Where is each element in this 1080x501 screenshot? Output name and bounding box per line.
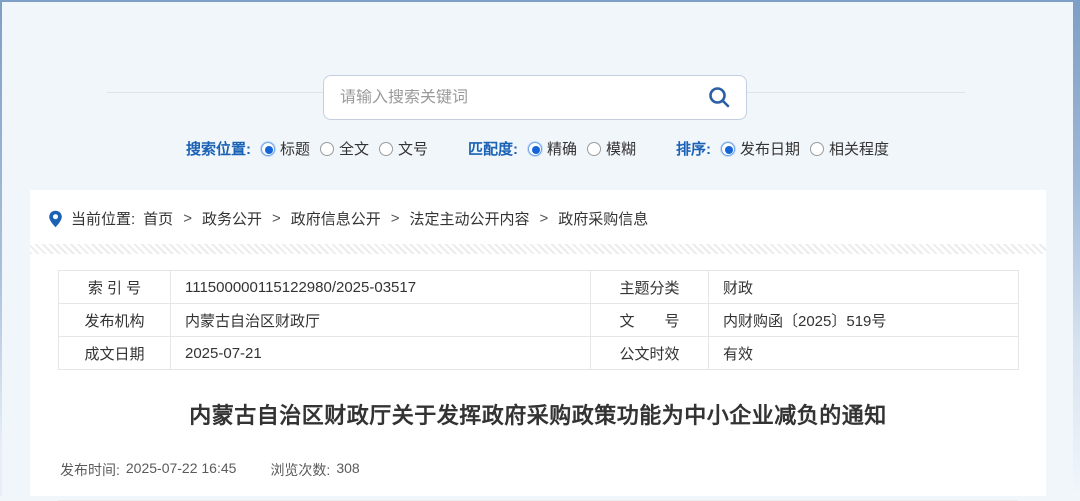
table-row: 索 引 号 111500000115122980/2025-03517 主题分类… (58, 270, 1019, 304)
breadcrumb-separator: > (390, 210, 400, 227)
topic-category-value: 财政 (708, 270, 1019, 304)
radio-label: 模糊 (606, 141, 637, 158)
breadcrumb-item-procurement: 政府采购信息 (558, 211, 649, 228)
radio-icon (587, 141, 601, 156)
breadcrumb-label: 当前位置: (71, 211, 136, 228)
radio-match-exact[interactable]: 精确 (527, 138, 577, 159)
radio-label: 文号 (397, 141, 428, 158)
breadcrumb-separator: > (271, 210, 281, 227)
topic-category-label: 主题分类 (590, 270, 709, 304)
window-frame-right (1073, 0, 1080, 496)
publish-time: 发布时间: 2025-07-22 16:45 (60, 460, 236, 480)
view-count: 浏览次数: 308 (270, 460, 359, 480)
breadcrumb-separator: > (183, 210, 192, 227)
radio-sort-relevance[interactable]: 相关程度 (810, 138, 889, 159)
issuing-agency-label: 发布机构 (58, 303, 171, 337)
filter-label-match: 匹配度: (467, 141, 518, 158)
radio-label: 精确 (546, 141, 577, 158)
validity-value: 有效 (708, 336, 1019, 370)
radio-label: 相关程度 (829, 141, 890, 158)
search-icon (706, 85, 732, 111)
hatched-divider (30, 244, 1046, 254)
index-number-value: 111500000115122980/2025-03517 (170, 270, 591, 304)
search-box[interactable] (323, 75, 747, 120)
document-title: 内蒙古自治区财政厅关于发挥政府采购政策功能为中小企业减负的通知 (189, 403, 887, 428)
breadcrumb: 当前位置: 首页 > 政务公开 > 政府信息公开 > 法定主动公开内容 > 政府… (30, 190, 1046, 229)
radio-icon (527, 141, 542, 156)
radio-position-fulltext[interactable]: 全文 (319, 138, 369, 159)
filter-group-position: 搜索位置: 标题 全文 文号 (186, 138, 428, 159)
radio-icon (378, 141, 393, 156)
issue-date-label: 成文日期 (58, 336, 171, 370)
radio-position-title[interactable]: 标题 (260, 138, 310, 159)
breadcrumb-item-home[interactable]: 首页 (143, 208, 173, 229)
radio-icon (260, 141, 275, 156)
table-row: 成文日期 2025-07-21 公文时效 有效 (58, 336, 1019, 370)
issuing-agency-value: 内蒙古自治区财政厅 (170, 303, 591, 337)
search-button[interactable] (704, 83, 734, 113)
radio-icon (810, 141, 825, 156)
document-number-label: 文 号 (590, 303, 709, 337)
radio-icon (721, 141, 736, 156)
issue-date-value: 2025-07-21 (170, 336, 591, 370)
location-pin-icon (48, 210, 63, 228)
publish-time-value: 2025-07-22 16:45 (125, 460, 237, 476)
document-info-table: 索 引 号 111500000115122980/2025-03517 主题分类… (58, 270, 1019, 370)
filter-group-sort: 排序: 发布日期 相关程度 (676, 138, 889, 159)
view-count-label: 浏览次数: (270, 462, 331, 478)
radio-match-fuzzy[interactable]: 模糊 (587, 138, 636, 159)
radio-position-docnumber[interactable]: 文号 (378, 138, 428, 159)
breadcrumb-item-govinfo[interactable]: 政府信息公开 (291, 208, 381, 229)
radio-sort-date[interactable]: 发布日期 (721, 138, 800, 159)
validity-label: 公文时效 (590, 336, 709, 370)
search-input[interactable] (340, 88, 704, 107)
filter-group-match: 匹配度: 精确 模糊 (468, 138, 636, 159)
publish-time-label: 发布时间: (60, 462, 120, 478)
radio-label: 标题 (279, 141, 310, 158)
search-section: 搜索位置: 标题 全文 文号 匹配度: 精确 模糊 (2, 2, 1073, 190)
filter-label-sort: 排序: (676, 141, 712, 158)
index-number-label: 索 引 号 (58, 270, 171, 304)
breadcrumb-item-statutory[interactable]: 法定主动公开内容 (410, 208, 530, 229)
search-filter-row: 搜索位置: 标题 全文 文号 匹配度: 精确 模糊 排序: 发布日期 相关程度 (2, 138, 1073, 159)
radio-label: 发布日期 (740, 141, 801, 158)
view-count-value: 308 (336, 460, 360, 476)
filter-label-position: 搜索位置: (185, 141, 251, 158)
content-card: 当前位置: 首页 > 政务公开 > 政府信息公开 > 法定主动公开内容 > 政府… (30, 190, 1046, 501)
table-row: 发布机构 内蒙古自治区财政厅 文 号 内财购函〔2025〕519号 (58, 303, 1019, 337)
radio-icon (319, 141, 334, 156)
document-meta-row: 发布时间: 2025-07-22 16:45 浏览次数: 308 (58, 460, 1018, 501)
radio-label: 全文 (338, 141, 369, 158)
document-number-value: 内财购函〔2025〕519号 (708, 303, 1019, 337)
breadcrumb-separator: > (539, 210, 549, 227)
breadcrumb-item-govaffairs[interactable]: 政务公开 (202, 208, 262, 229)
